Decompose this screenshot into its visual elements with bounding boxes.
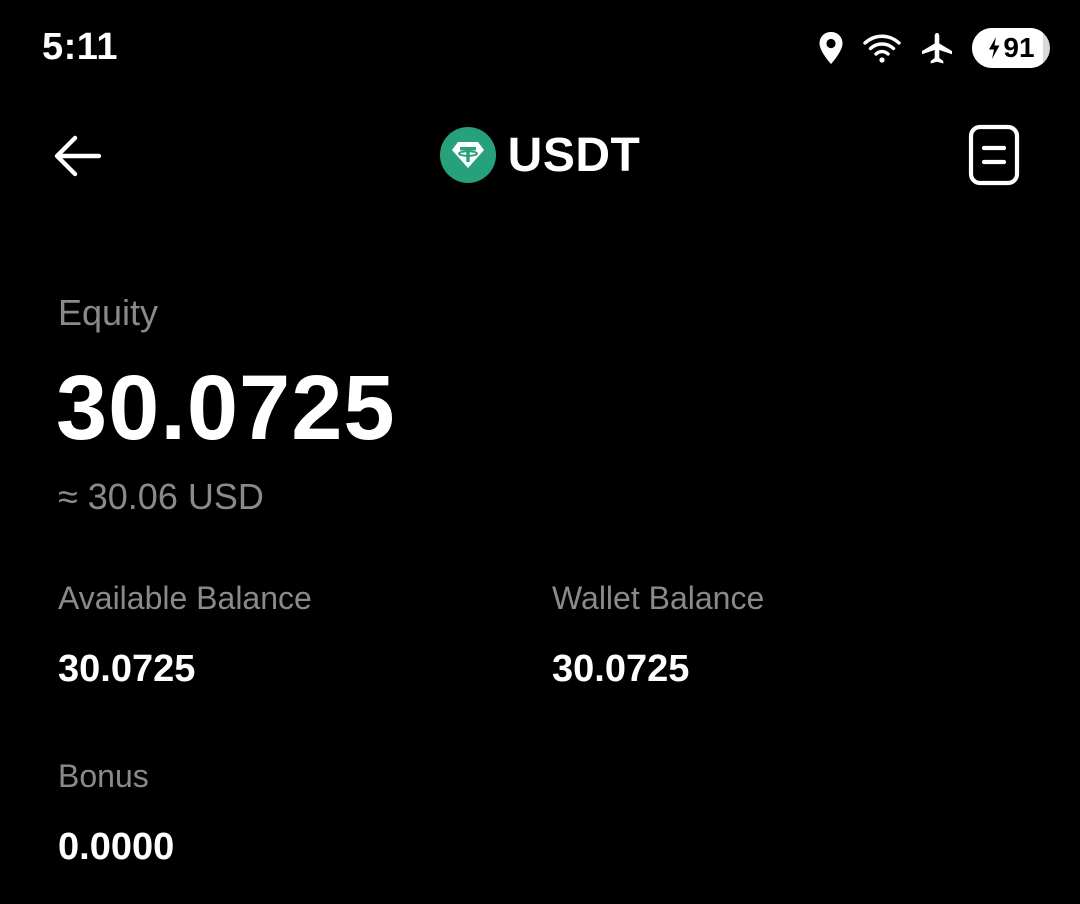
transaction-record-button[interactable]	[964, 122, 1024, 188]
equity-usd-approx: ≈ 30.06 USD	[58, 476, 264, 517]
location-icon	[819, 32, 843, 64]
status-icons: 91	[818, 26, 1050, 70]
wallet-balance-value: 30.0725	[552, 648, 690, 690]
bonus-label: Bonus	[58, 758, 149, 794]
page-title: USDT	[507, 128, 641, 182]
status-bar: 5:11 91	[0, 0, 1080, 100]
battery-indicator: 91	[972, 28, 1050, 68]
equity-label: Equity	[58, 292, 159, 333]
battery-charging-icon	[989, 37, 1000, 59]
equity-value: 30.0725	[56, 357, 396, 459]
wifi-icon	[863, 34, 901, 63]
tether-icon	[439, 127, 496, 183]
wallet-balance-label: Wallet Balance	[552, 580, 765, 616]
airplane-mode-icon	[922, 33, 952, 64]
document-icon	[968, 124, 1020, 186]
available-balance-label: Available Balance	[58, 580, 312, 616]
status-time: 5:11	[42, 26, 118, 68]
top-bar: USDT	[0, 110, 1080, 200]
bonus-value: 0.0000	[58, 826, 175, 868]
battery-level: 91	[1003, 32, 1035, 63]
title-group: USDT	[0, 124, 1080, 186]
available-balance-value: 30.0725	[58, 648, 196, 690]
